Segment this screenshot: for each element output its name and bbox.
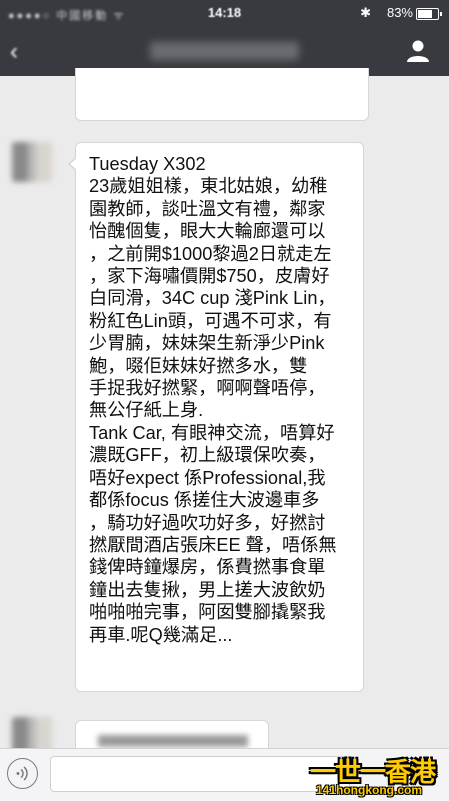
message-line: ，騎功好過吹功好多，好撚討: [89, 512, 326, 533]
message-line: 啪啪啪完事，阿囡雙腳撬緊我: [89, 602, 326, 623]
message-line: 園教師，談吐溫文有禮，鄰家: [89, 198, 326, 219]
message-line: 粉紅色Lin頭，可遇不可求，有: [89, 310, 332, 331]
message-line: 鐘出去隻揪，男上搓大波飲奶: [89, 579, 326, 600]
message-bubble: Tuesday X302 23歲姐姐樣，東北姑娘，幼稚 園教師，談吐溫文有禮，鄰家怡…: [68, 142, 364, 692]
message-line: 23歲姐姐樣，東北姑娘，幼稚: [89, 176, 328, 197]
watermark-logo: 一世一香港 141hongkong.com: [308, 752, 449, 800]
message-line: 怡醜個隻，眼大大輪廊還可以: [89, 221, 326, 242]
blurred-text: [98, 735, 248, 747]
message-line: ，家下海嘯價開$750，皮膚好: [89, 266, 330, 287]
person-icon[interactable]: [405, 38, 431, 64]
voice-icon[interactable]: [7, 758, 38, 789]
message-line: 少胃腩，妹妹架生新淨少Pink: [89, 333, 325, 354]
message-line: 濃既GFF，初上級環保吹奏，: [89, 445, 326, 466]
battery-fill: [418, 10, 433, 18]
battery-percent: 83%: [386, 5, 413, 20]
status-bar: ●●●●○ 中國移動 ᯤ 14:18 ✱ 83%: [0, 0, 449, 26]
back-chevron-icon[interactable]: ‹: [10, 38, 18, 66]
message-line: Tuesday X302: [89, 154, 206, 174]
sender-avatar[interactable]: [12, 142, 52, 182]
message-line: ，之前開$1000黎過2日就走左: [89, 243, 332, 264]
message-line: 手捉我好撚緊，啊啊聲唔停，: [89, 378, 326, 399]
message-line: Tank Car, 有眼神交流，唔算好: [89, 422, 335, 443]
message-line: 鮑，啜佢妹妹好撚多水，雙: [89, 355, 308, 376]
message-line: 白同滑，34C cup 淺Pink Lin，: [89, 288, 336, 309]
bluetooth-icon: ✱: [360, 5, 371, 20]
previous-message-bubble: [75, 68, 369, 121]
status-time: 14:18: [207, 5, 242, 20]
message-line: 再車.呢Q幾滿足...: [89, 624, 233, 645]
message-line: 唔好expect 係Professional,我: [89, 467, 326, 488]
battery-icon: [416, 8, 442, 20]
message-line: 無公仔紙上身.: [89, 400, 204, 421]
message-line: 錢俾時鐘爆房，係費撚事食單: [89, 557, 326, 578]
message-line: 都係focus 係搓住大波邊車多: [89, 490, 320, 511]
watermark-domain: 141hongkong.com: [316, 783, 423, 797]
message-input[interactable]: [50, 756, 350, 792]
message-line: 撚厭間酒店張床EE 聲，唔係無: [89, 534, 337, 555]
chat-title-blurred: [150, 42, 299, 60]
